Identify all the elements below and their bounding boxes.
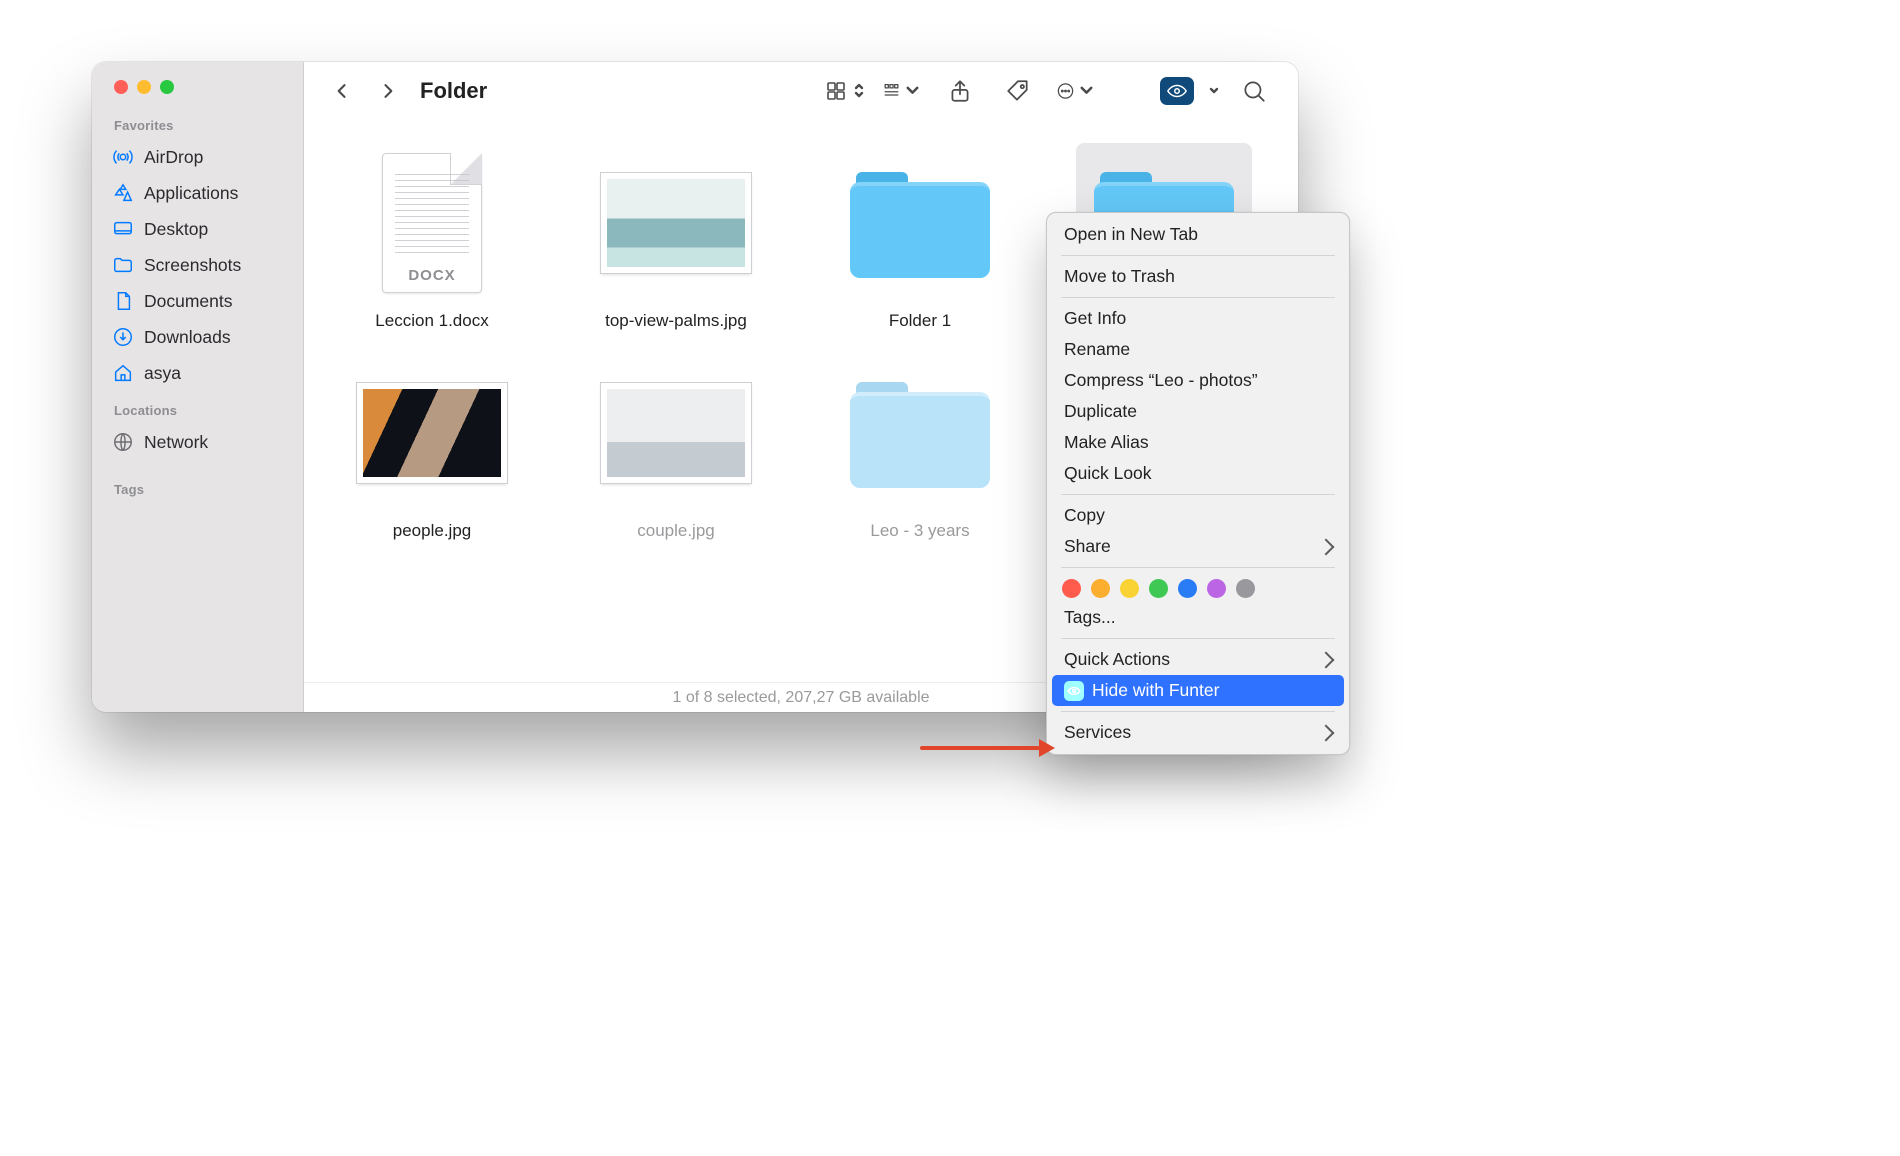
sidebar-item-network[interactable]: Network [112,424,289,460]
menu-separator [1061,494,1335,495]
menu-separator [1061,638,1335,639]
file-name: Folder 1 [889,311,951,331]
image-thumbnail [357,383,507,483]
menu-copy[interactable]: Copy [1052,500,1344,531]
zoom-window-button[interactable] [160,80,174,94]
menu-make-alias[interactable]: Make Alias [1052,427,1344,458]
sidebar-item-airdrop[interactable]: AirDrop [112,139,289,175]
file-item[interactable]: Leo - 3 years [832,353,1008,541]
tag-color-orange[interactable] [1091,579,1110,598]
sidebar-item-label: Applications [144,183,238,204]
tag-color-red[interactable] [1062,579,1081,598]
menu-share[interactable]: Share [1052,531,1344,562]
document-icon [112,290,134,312]
file-name: people.jpg [393,521,471,541]
updown-icon [854,83,864,98]
tag-color-gray[interactable] [1236,579,1255,598]
file-item[interactable]: Folder 1 [832,143,1008,333]
menu-separator [1061,567,1335,568]
menu-get-info[interactable]: Get Info [1052,303,1344,334]
toolbar: Folder [304,62,1298,119]
sidebar-item-label: Network [144,432,208,453]
folder-icon [850,378,990,488]
group-button[interactable] [882,71,922,111]
folder-title: Folder [420,78,487,104]
file-item[interactable]: people.jpg [344,353,520,541]
sidebar: Favorites AirDrop Applications Desktop S… [92,62,304,712]
view-mode-button[interactable] [824,71,864,111]
file-item[interactable]: DOCX Leccion 1.docx [344,143,520,333]
menu-separator [1061,297,1335,298]
globe-icon [112,431,134,453]
tag-color-purple[interactable] [1207,579,1226,598]
menu-tags[interactable]: Tags... [1052,602,1344,633]
tag-color-green[interactable] [1149,579,1168,598]
sidebar-item-screenshots[interactable]: Screenshots [112,247,289,283]
desktop-icon [112,218,134,240]
file-item[interactable]: couple.jpg [588,353,764,541]
downloads-icon [112,326,134,348]
file-name: couple.jpg [637,521,715,541]
image-thumbnail [601,173,751,273]
file-item[interactable]: top-view-palms.jpg [588,143,764,333]
sidebar-item-applications[interactable]: Applications [112,175,289,211]
applications-icon [112,182,134,204]
file-name: Leo - 3 years [870,521,969,541]
sidebar-item-label: Documents [144,291,233,312]
close-window-button[interactable] [114,80,128,94]
image-thumbnail [601,383,751,483]
eye-icon [1064,681,1084,701]
menu-rename[interactable]: Rename [1052,334,1344,365]
action-button[interactable] [1056,71,1096,111]
home-icon [112,362,134,384]
forward-button[interactable] [368,71,408,111]
folder-icon [112,254,134,276]
sidebar-item-label: Downloads [144,327,231,348]
sidebar-section-favorites: Favorites [114,118,289,133]
share-button[interactable] [940,71,980,111]
tag-color-blue[interactable] [1178,579,1197,598]
funter-toolbar-button[interactable] [1154,77,1220,105]
menu-quick-actions[interactable]: Quick Actions [1052,644,1344,675]
tag-color-yellow[interactable] [1120,579,1139,598]
menu-separator [1061,255,1335,256]
sidebar-item-label: AirDrop [144,147,203,168]
sidebar-item-documents[interactable]: Documents [112,283,289,319]
sidebar-item-label: Desktop [144,219,208,240]
sidebar-item-label: Screenshots [144,255,241,276]
context-menu: Open in New Tab Move to Trash Get Info R… [1046,212,1350,755]
menu-move-to-trash[interactable]: Move to Trash [1052,261,1344,292]
sidebar-section-tags: Tags [114,482,289,497]
annotation-arrow [920,739,1055,757]
sidebar-item-desktop[interactable]: Desktop [112,211,289,247]
menu-quick-look[interactable]: Quick Look [1052,458,1344,489]
window-controls [114,80,289,94]
menu-compress[interactable]: Compress “Leo - photos” [1052,365,1344,396]
menu-item-label: Hide with Funter [1092,680,1219,701]
menu-separator [1061,711,1335,712]
sidebar-item-label: asya [144,363,181,384]
back-button[interactable] [322,71,362,111]
docx-icon: DOCX [382,153,482,293]
minimize-window-button[interactable] [137,80,151,94]
sidebar-section-locations: Locations [114,403,289,418]
eye-icon [1160,77,1194,105]
menu-services[interactable]: Services [1052,717,1344,748]
file-name: top-view-palms.jpg [605,311,747,331]
tags-button[interactable] [998,71,1038,111]
menu-hide-with-funter[interactable]: Hide with Funter [1052,675,1344,706]
file-name: Leccion 1.docx [375,311,488,331]
airdrop-icon [112,146,134,168]
menu-duplicate[interactable]: Duplicate [1052,396,1344,427]
search-button[interactable] [1234,71,1274,111]
sidebar-item-home[interactable]: asya [112,355,289,391]
tag-color-row [1052,573,1344,602]
sidebar-item-downloads[interactable]: Downloads [112,319,289,355]
menu-open-new-tab[interactable]: Open in New Tab [1052,219,1344,250]
folder-icon [850,168,990,278]
